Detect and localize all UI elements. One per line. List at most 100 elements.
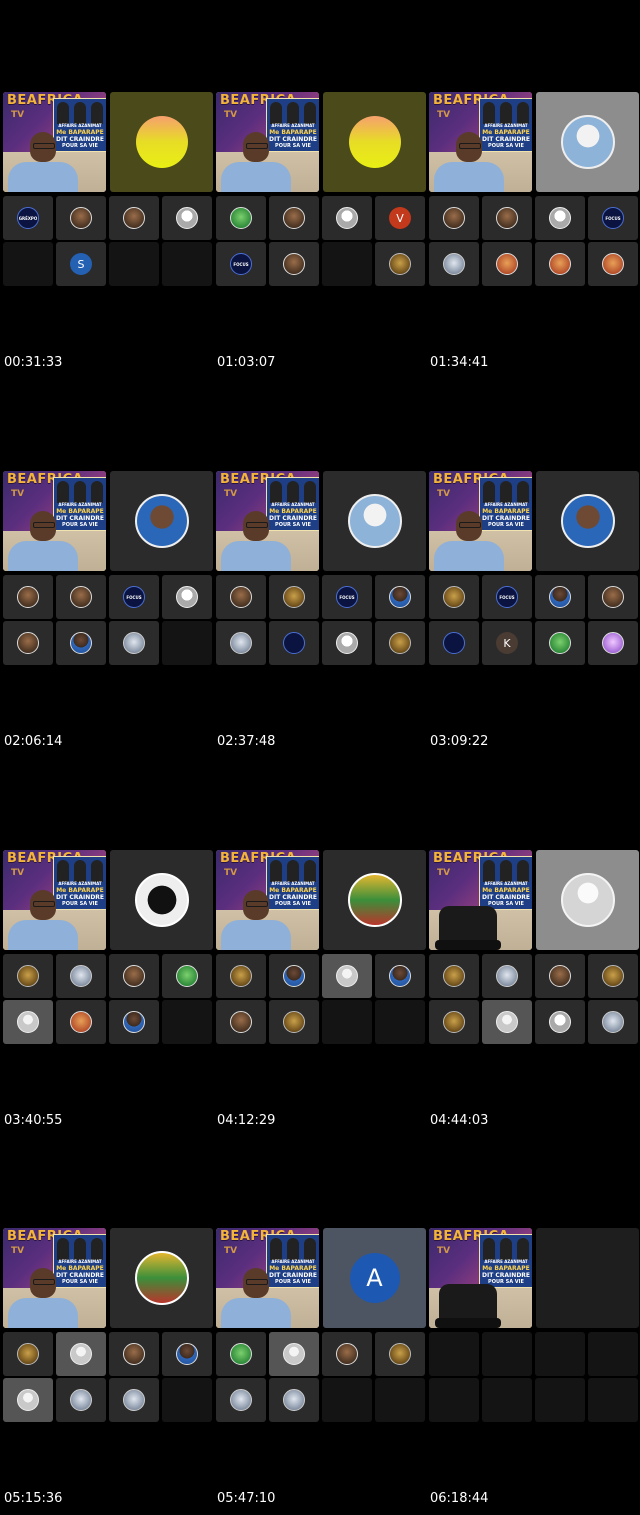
participant-tile[interactable] <box>588 242 638 286</box>
participant-tile[interactable] <box>269 621 319 665</box>
participant-tile[interactable] <box>429 1000 479 1044</box>
active-speaker-tile[interactable] <box>110 850 213 950</box>
participant-tile[interactable] <box>3 575 53 619</box>
participant-tile[interactable]: FOCUS <box>588 196 638 240</box>
participant-tile[interactable]: K <box>482 621 532 665</box>
participant-tile[interactable] <box>588 1000 638 1044</box>
participant-tile[interactable] <box>162 621 212 665</box>
participant-tile[interactable] <box>109 242 159 286</box>
participant-tile[interactable] <box>56 1378 106 1422</box>
participant-tile[interactable] <box>3 1000 53 1044</box>
participant-tile[interactable] <box>216 1000 266 1044</box>
participant-tile[interactable] <box>216 621 266 665</box>
participant-tile[interactable]: GRÉXPO <box>3 196 53 240</box>
participant-tile[interactable] <box>429 242 479 286</box>
participant-tile[interactable] <box>162 954 212 998</box>
participant-tile[interactable] <box>269 196 319 240</box>
participant-tile[interactable] <box>109 1332 159 1376</box>
active-speaker-tile[interactable]: A <box>323 1228 426 1328</box>
active-speaker-tile[interactable] <box>323 471 426 571</box>
participant-tile[interactable] <box>162 1332 212 1376</box>
participant-tile[interactable] <box>375 575 425 619</box>
participant-tile[interactable] <box>322 1332 372 1376</box>
participant-tile[interactable] <box>322 621 372 665</box>
participant-tile[interactable] <box>216 1332 266 1376</box>
participant-tile[interactable] <box>109 954 159 998</box>
participant-tile[interactable] <box>216 575 266 619</box>
participant-tile[interactable] <box>269 1378 319 1422</box>
participant-tile[interactable] <box>482 242 532 286</box>
presenter-video[interactable]: BEAFRICA TV AFFAIRE AZANIMAT Me BAPARAPE DIT… <box>216 92 319 192</box>
participant-tile[interactable] <box>322 1378 372 1422</box>
active-speaker-tile[interactable] <box>536 92 639 192</box>
participant-tile[interactable] <box>322 242 372 286</box>
active-speaker-tile[interactable] <box>110 92 213 192</box>
participant-tile[interactable] <box>269 954 319 998</box>
active-speaker-tile[interactable] <box>536 471 639 571</box>
presenter-video[interactable]: BEAFRICA TV AFFAIRE AZANIMAT Me BAPARAPE DIT… <box>3 92 106 192</box>
active-speaker-tile[interactable] <box>110 471 213 571</box>
participant-tile[interactable] <box>375 1000 425 1044</box>
participant-tile[interactable] <box>3 621 53 665</box>
participant-tile[interactable] <box>56 196 106 240</box>
participant-tile[interactable]: FOCUS <box>482 575 532 619</box>
participant-tile[interactable] <box>56 954 106 998</box>
participant-tile[interactable] <box>375 1378 425 1422</box>
participant-tile[interactable] <box>375 954 425 998</box>
presenter-video[interactable]: BEAFRICA TV AFFAIRE AZANIMAT Me BAPARAPE DIT… <box>429 471 532 571</box>
active-speaker-tile[interactable] <box>536 1228 639 1328</box>
participant-tile[interactable]: S <box>56 242 106 286</box>
participant-tile[interactable] <box>3 242 53 286</box>
participant-tile[interactable] <box>429 621 479 665</box>
participant-tile[interactable] <box>429 575 479 619</box>
presenter-video[interactable]: BEAFRICA TV AFFAIRE AZANIMAT Me BAPARAPE DIT… <box>429 92 532 192</box>
participant-tile[interactable] <box>162 242 212 286</box>
presenter-video[interactable]: BEAFRICA TV AFFAIRE AZANIMAT Me BAPARAPE DIT… <box>216 850 319 950</box>
participant-tile[interactable] <box>588 1332 638 1376</box>
participant-tile[interactable] <box>535 1378 585 1422</box>
participant-tile[interactable] <box>3 954 53 998</box>
participant-tile[interactable] <box>162 1378 212 1422</box>
participant-tile[interactable] <box>216 954 266 998</box>
participant-tile[interactable] <box>429 1332 479 1376</box>
participant-tile[interactable] <box>375 1332 425 1376</box>
participant-tile[interactable] <box>216 1378 266 1422</box>
participant-tile[interactable] <box>482 196 532 240</box>
participant-tile[interactable] <box>322 1000 372 1044</box>
active-speaker-tile[interactable] <box>536 850 639 950</box>
participant-tile[interactable] <box>588 621 638 665</box>
presenter-video[interactable]: BEAFRICA TV AFFAIRE AZANIMAT Me BAPARAPE DIT… <box>216 471 319 571</box>
participant-tile[interactable] <box>56 1332 106 1376</box>
participant-tile[interactable] <box>3 1378 53 1422</box>
participant-tile[interactable] <box>269 1000 319 1044</box>
participant-tile[interactable] <box>109 1378 159 1422</box>
participant-tile[interactable] <box>3 1332 53 1376</box>
participant-tile[interactable] <box>535 621 585 665</box>
participant-tile[interactable] <box>535 196 585 240</box>
participant-tile[interactable] <box>322 954 372 998</box>
presenter-video[interactable]: BEAFRICA TV AFFAIRE AZANIMAT Me BAPARAPE DIT… <box>429 1228 532 1328</box>
participant-tile[interactable] <box>588 1378 638 1422</box>
active-speaker-tile[interactable] <box>110 1228 213 1328</box>
participant-tile[interactable] <box>535 1000 585 1044</box>
participant-tile[interactable] <box>162 196 212 240</box>
participant-tile[interactable] <box>429 196 479 240</box>
presenter-video[interactable]: BEAFRICA TV AFFAIRE AZANIMAT Me BAPARAPE DIT… <box>3 471 106 571</box>
presenter-video[interactable]: BEAFRICA TV AFFAIRE AZANIMAT Me BAPARAPE DIT… <box>429 850 532 950</box>
participant-tile[interactable] <box>109 621 159 665</box>
participant-tile[interactable]: FOCUS <box>109 575 159 619</box>
presenter-video[interactable]: BEAFRICA TV AFFAIRE AZANIMAT Me BAPARAPE DIT… <box>216 1228 319 1328</box>
participant-tile[interactable] <box>56 1000 106 1044</box>
participant-tile[interactable] <box>375 242 425 286</box>
participant-tile[interactable] <box>269 575 319 619</box>
participant-tile[interactable] <box>56 621 106 665</box>
participant-tile[interactable] <box>162 575 212 619</box>
participant-tile[interactable] <box>482 1378 532 1422</box>
participant-tile[interactable] <box>482 1000 532 1044</box>
participant-tile[interactable] <box>429 954 479 998</box>
active-speaker-tile[interactable] <box>323 850 426 950</box>
participant-tile[interactable] <box>269 1332 319 1376</box>
participant-tile[interactable] <box>375 621 425 665</box>
participant-tile[interactable] <box>429 1378 479 1422</box>
participant-tile[interactable] <box>588 575 638 619</box>
